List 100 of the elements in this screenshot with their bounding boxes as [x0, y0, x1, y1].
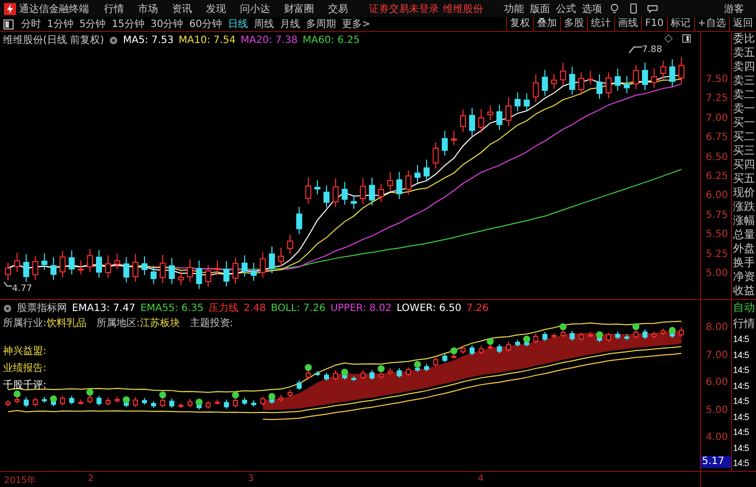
menu-item[interactable]: 交易 [328, 2, 348, 16]
info-label: 所属地区: [96, 316, 140, 330]
gear-icon[interactable] [108, 36, 118, 44]
period-tab[interactable]: 更多> [342, 17, 370, 31]
price-tick: 8.00 [704, 321, 729, 335]
trade-time: 14:5 [732, 380, 750, 392]
user-name[interactable]: 游客 [724, 2, 744, 16]
chart-title: 维维股份(日线 前复权) [3, 34, 104, 47]
indicator-value: EMA13: 7.47 [72, 302, 136, 314]
price-tick: 6.50 [704, 150, 729, 165]
indicator-value: LOWER: 6.50 [396, 302, 462, 314]
diamond-icon[interactable] [664, 34, 673, 43]
period-tab[interactable]: 30分钟 [150, 17, 184, 31]
quote-label: 买二 [732, 130, 756, 144]
trade-time: 14:5 [732, 348, 750, 362]
info-value: 饮料乳品 [46, 316, 86, 330]
menu-item[interactable]: 版面 [530, 2, 550, 16]
price-tick: 5.00 [704, 266, 729, 281]
period-tab[interactable]: 分时 [21, 17, 41, 31]
indicator-value: MA60: 6.25 [302, 34, 360, 46]
menu-item[interactable]: 资讯 [172, 2, 192, 16]
period-tab[interactable]: 1分钟 [47, 17, 74, 31]
menu-item[interactable]: 功能 [504, 2, 524, 16]
quote-label: 卖四 [732, 60, 756, 74]
logo-icon [4, 2, 16, 14]
quote-label: 卖五 [732, 46, 756, 60]
quote-label: 外盘 [732, 242, 756, 256]
price-tick: 7.00 [704, 112, 729, 126]
trade-time: 14:5 [732, 410, 750, 424]
quote-label: 净资 [732, 270, 756, 284]
quote-label: 涨幅 [732, 214, 756, 228]
price-tick: 5.50 [704, 228, 729, 242]
period-tab[interactable]: 15分钟 [112, 17, 144, 31]
quote-label: 卖一 [732, 102, 756, 116]
menu-item[interactable]: 公式 [556, 2, 576, 16]
quote-label: 现价 [732, 186, 756, 200]
date-label: 4 [478, 474, 484, 484]
indicator-value: MA20: 7.38 [240, 34, 298, 46]
quote-mode-label[interactable]: 自动 [732, 300, 756, 316]
price-tick: 6.25 [704, 170, 729, 184]
price-tick: 7.50 [704, 73, 729, 87]
phone-icon[interactable] [628, 3, 639, 14]
toolbar-button[interactable]: +自选 [694, 17, 729, 31]
quote-label: 换手 [732, 256, 756, 270]
note-label: 神兴益盟: [3, 344, 46, 358]
indicator-value: MA10: 7.54 [178, 34, 236, 46]
chat-icon[interactable] [647, 3, 658, 14]
period-tab[interactable]: 周线 [254, 17, 274, 31]
account-name: 维维股份 [443, 2, 483, 16]
low-price-label: 4.77 [12, 284, 32, 294]
login-status: 证券交易未登录 [369, 2, 439, 16]
indicator-title: 股票指标网 [17, 302, 67, 315]
period-tab[interactable]: 日线 [228, 17, 248, 31]
note-label: 业绩报告: [3, 362, 46, 375]
indicator-value: UPPER: 8.02 [330, 302, 392, 314]
quote-label: 委比 [732, 32, 756, 46]
price-tick: 5.75 [704, 208, 729, 223]
trade-time: 14:5 [732, 426, 750, 439]
period-tab[interactable]: 60分钟 [189, 17, 222, 31]
quote-mode-label[interactable]: 行情 [732, 316, 756, 332]
trade-time: 14:5 [732, 395, 750, 408]
quote-label: 总量 [732, 228, 756, 242]
quote-label: 买一 [732, 116, 756, 130]
price-tick: 5.25 [704, 248, 729, 262]
price-tick: 5.00 [704, 404, 729, 418]
info-value: 江苏板块 [140, 316, 180, 330]
period-tab[interactable]: 月线 [280, 17, 300, 31]
indicator-value: 2.48 [244, 302, 266, 314]
menu-item[interactable]: 选项 [582, 2, 602, 16]
price-tick: 6.75 [704, 131, 729, 146]
indicator-value: 压力线 [208, 302, 239, 315]
note-label: 千股千评: [3, 378, 46, 392]
menu-item[interactable]: 问小达 [240, 2, 270, 16]
menu-item[interactable]: 行情 [104, 2, 124, 16]
quote-label: 买四 [732, 158, 756, 172]
menu-item[interactable]: 发现 [206, 2, 226, 16]
leader-line [628, 46, 642, 54]
gear-icon[interactable] [3, 304, 12, 312]
leader-line [3, 281, 12, 289]
indicator-value: BOLL: 7.26 [270, 302, 326, 314]
quote-label: 涨跌 [732, 200, 756, 214]
date-label: 2 [88, 474, 94, 484]
period-tab[interactable]: 5分钟 [79, 17, 106, 31]
indicator-value: EMA55: 6.35 [140, 302, 204, 314]
current-price-label: 5.17 [701, 456, 731, 468]
panel-toggle-icon[interactable] [682, 34, 691, 43]
lightbulb-icon[interactable] [609, 3, 620, 14]
panel-toggle-icon[interactable] [3, 18, 14, 30]
quote-label: 卖三 [732, 74, 756, 88]
menu-item[interactable]: 财富圈 [284, 2, 314, 16]
quote-label: 收益 [732, 284, 756, 298]
period-tab[interactable]: 多周期 [306, 17, 336, 31]
menu-item[interactable]: 市场 [138, 2, 158, 16]
date-label: 3 [248, 474, 254, 484]
quote-label: 买三 [732, 144, 756, 158]
high-price-label: 7.88 [642, 45, 662, 55]
date-label: 2015年 [4, 474, 36, 487]
app-title: 通达信金融终端 [19, 2, 89, 16]
trade-time: 14:5 [732, 442, 750, 454]
quote-label: 卖二 [732, 88, 756, 102]
